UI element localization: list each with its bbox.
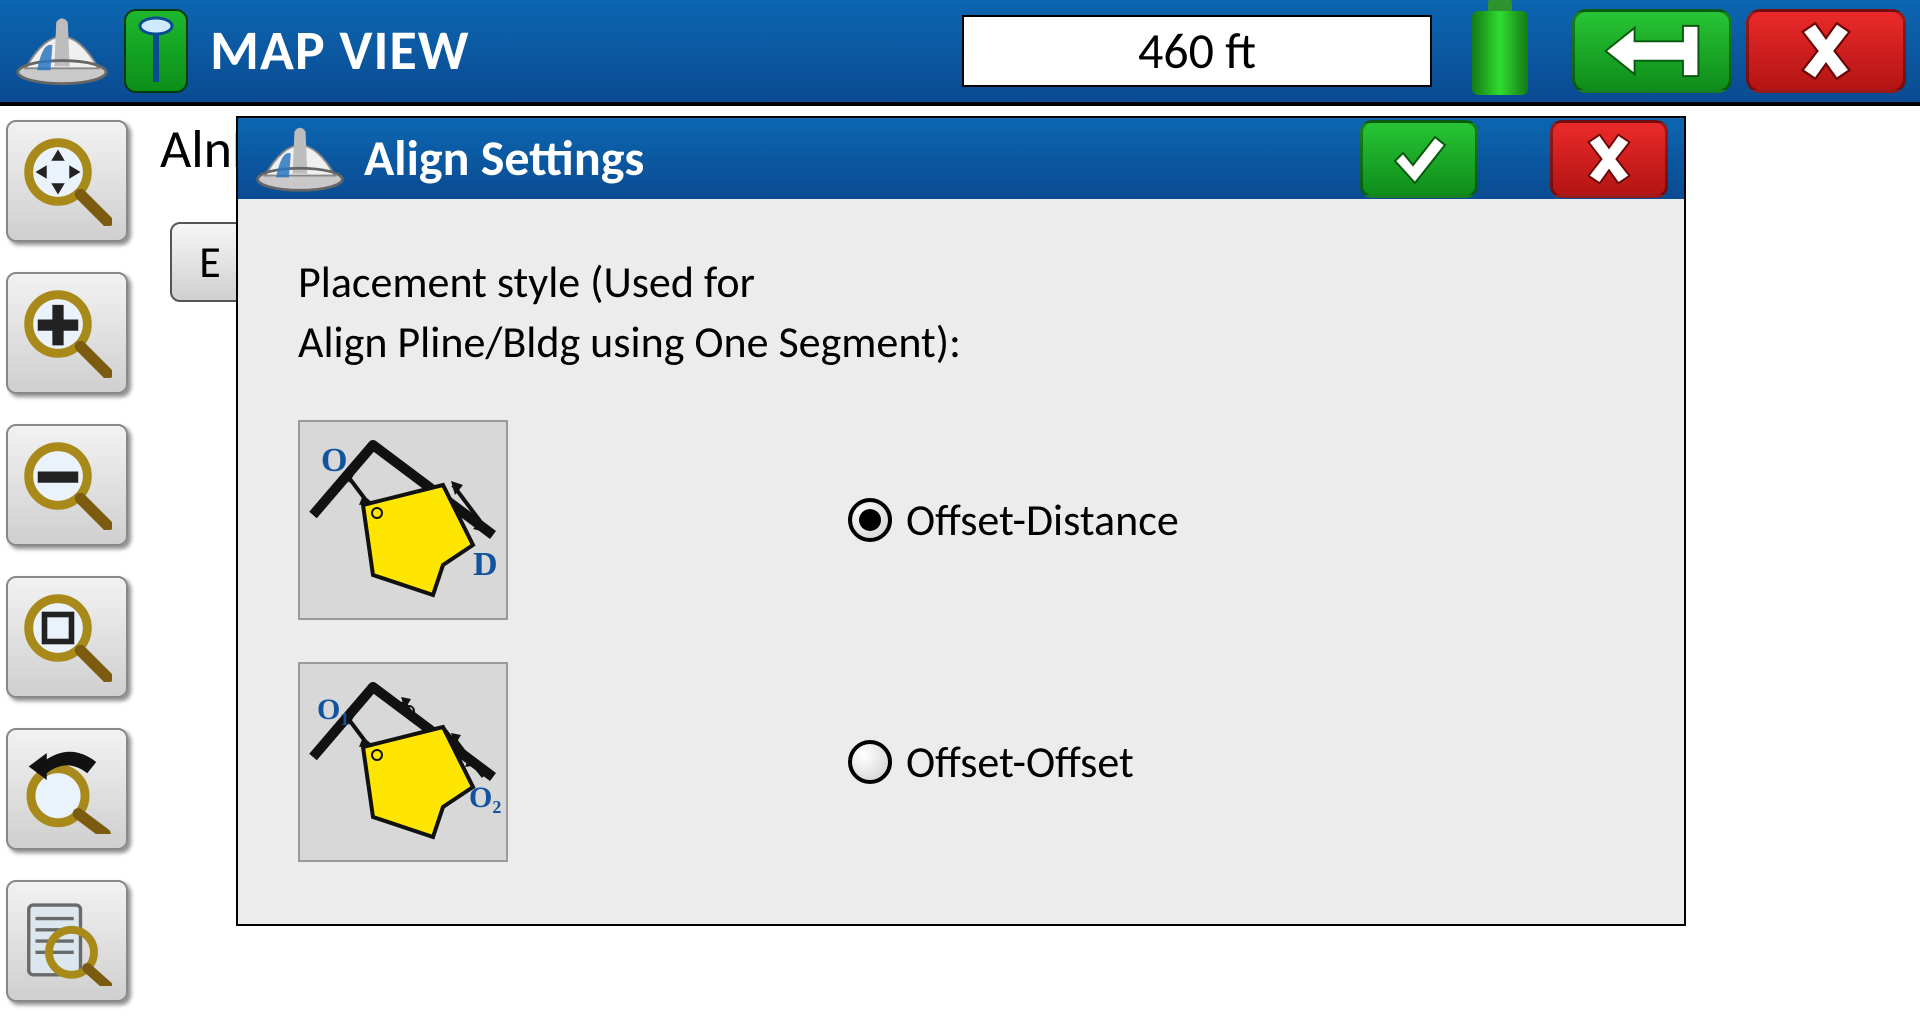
dialog-prompt: Placement style (Used for Align Pline/Bl…	[298, 253, 1624, 372]
dialog-header: Align Settings	[238, 118, 1684, 199]
offset-offset-radio[interactable]: Offset-Offset	[848, 735, 1134, 789]
svg-text:O₂: O₂	[469, 781, 501, 814]
search-list-button[interactable]	[6, 880, 128, 1002]
page-title: MAP VIEW	[210, 17, 469, 85]
offset-distance-thumbnail: O D	[298, 420, 508, 620]
offset-offset-diagram-icon: O₁ O₂	[303, 667, 503, 857]
zoom-previous-button[interactable]	[6, 728, 128, 850]
offset-distance-diagram-icon: O D	[303, 425, 503, 615]
option-row-offset-distance: O D Offset-Distance	[298, 420, 1624, 620]
survey-pole-button[interactable]	[124, 9, 188, 93]
svg-text:O: O	[321, 442, 347, 479]
prompt-line-1: Placement style (Used for	[298, 255, 755, 309]
svg-text:D: D	[473, 546, 498, 583]
dialog-cancel-button[interactable]	[1550, 120, 1668, 198]
hardhat-icon	[14, 11, 110, 91]
survey-pole-icon	[136, 16, 176, 86]
magnifier-minus-icon	[22, 440, 112, 530]
prompt-line-2: Align Pline/Bldg using One Segment):	[298, 315, 961, 369]
align-settings-dialog: Align Settings Placement style (Used for…	[236, 116, 1686, 926]
offset-distance-radio[interactable]: Offset-Distance	[848, 493, 1179, 547]
checkmark-icon	[1389, 129, 1449, 189]
top-bar: MAP VIEW 460 ft	[0, 0, 1920, 106]
radio-icon	[848, 740, 892, 784]
option-row-offset-offset: O₁ O₂ Offset-Offset	[298, 662, 1624, 862]
back-button[interactable]	[1572, 9, 1732, 93]
offset-offset-label: Offset-Offset	[906, 735, 1134, 789]
background-button-label: E	[199, 235, 220, 289]
back-arrow-icon	[1597, 22, 1707, 80]
offset-offset-thumbnail: O₁ O₂	[298, 662, 508, 862]
zoom-in-button[interactable]	[6, 272, 128, 394]
magnifier-list-icon	[22, 896, 112, 986]
magnifier-previous-icon	[22, 744, 112, 834]
magnifier-pan-icon	[22, 136, 112, 226]
dialog-ok-button[interactable]	[1360, 120, 1478, 198]
magnifier-plus-icon	[22, 288, 112, 378]
distance-readout: 460 ft	[962, 15, 1432, 87]
dialog-body: Placement style (Used for Align Pline/Bl…	[238, 199, 1684, 924]
pan-zoom-button[interactable]	[6, 120, 128, 242]
svg-text:O₁: O₁	[317, 693, 349, 726]
offset-distance-label: Offset-Distance	[906, 493, 1179, 547]
battery-icon	[1472, 7, 1528, 95]
hardhat-icon	[254, 120, 346, 198]
close-icon	[1794, 19, 1858, 83]
left-toolbar	[6, 120, 136, 1002]
close-icon	[1581, 131, 1637, 187]
close-app-button[interactable]	[1746, 9, 1906, 93]
zoom-out-button[interactable]	[6, 424, 128, 546]
magnifier-extents-icon	[22, 592, 112, 682]
zoom-extents-button[interactable]	[6, 576, 128, 698]
dialog-title: Align Settings	[364, 128, 644, 189]
radio-icon	[848, 498, 892, 542]
